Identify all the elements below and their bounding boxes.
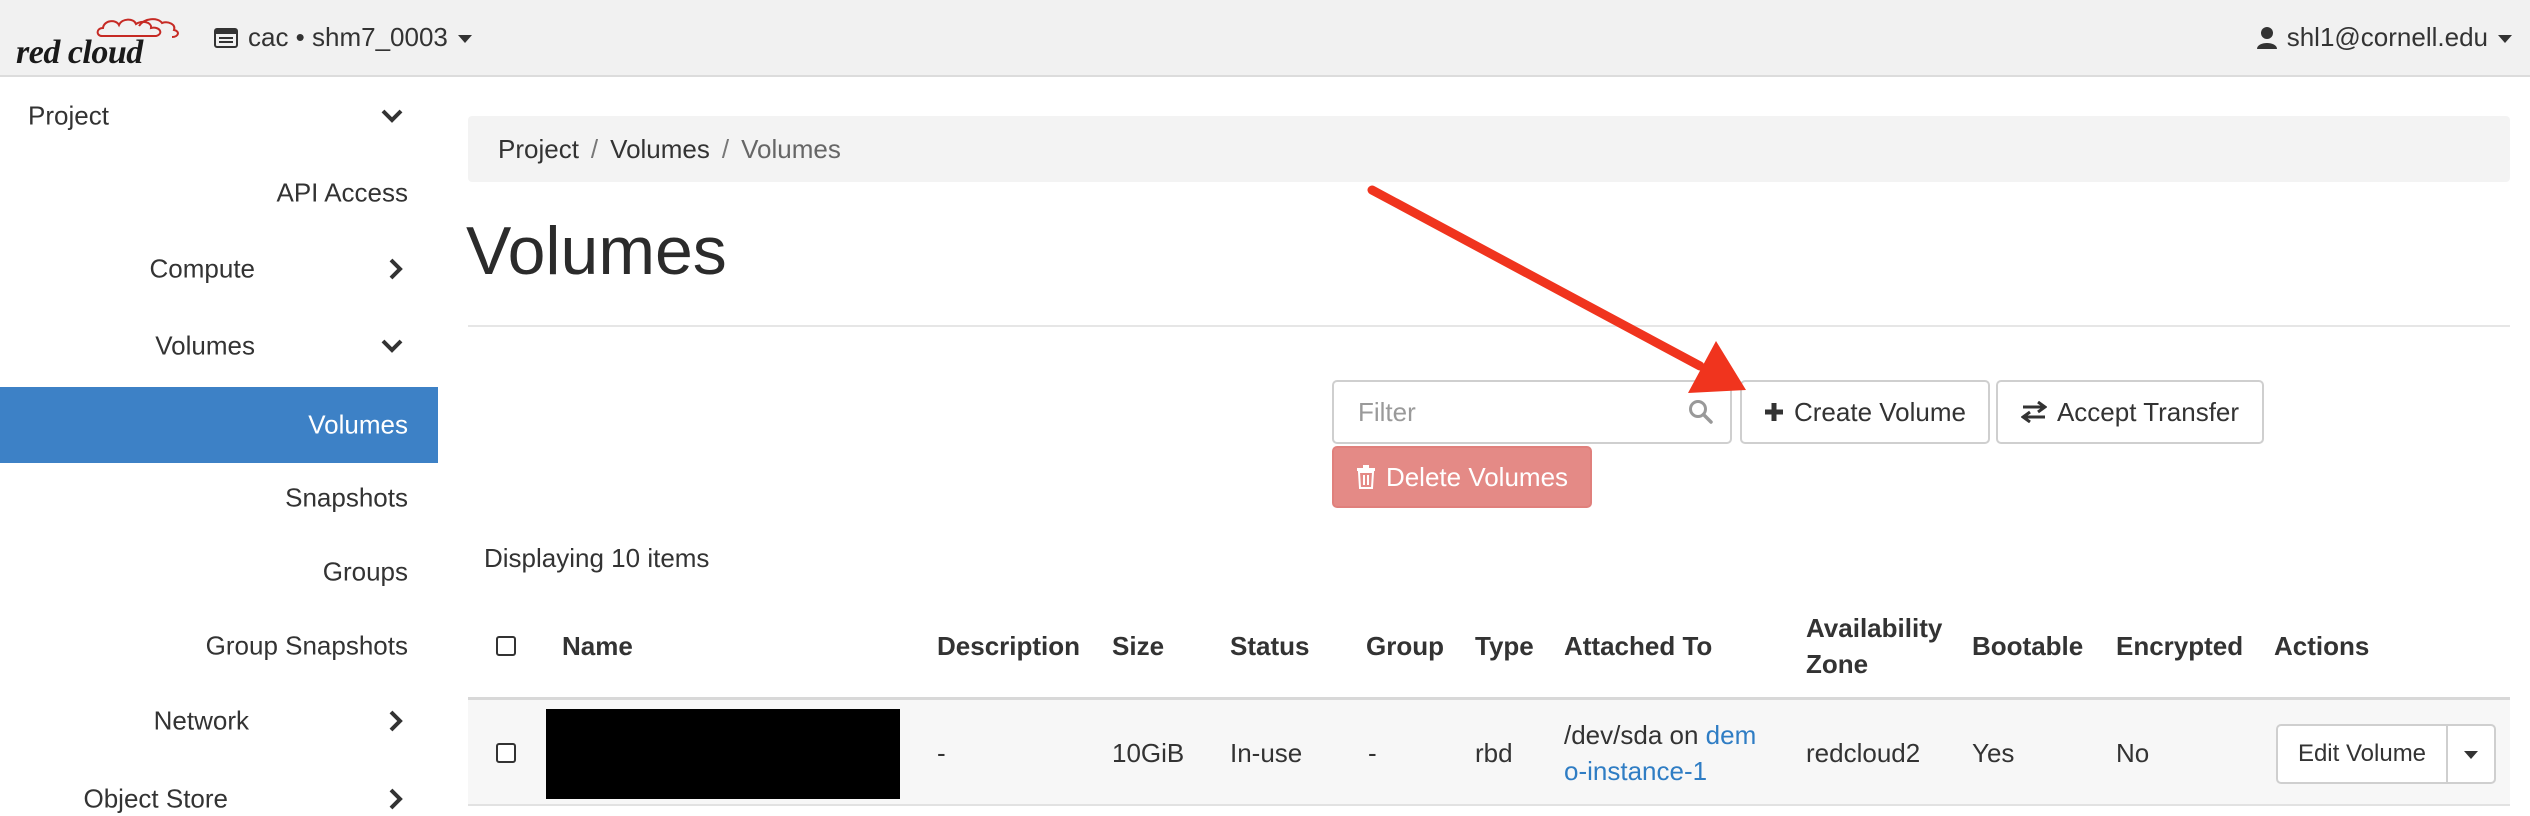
redacted-volume-name [546, 709, 900, 799]
sidebar-item-label: Snapshots [285, 482, 408, 513]
cell-bootable: Yes [1972, 738, 2015, 768]
sidebar-item-label: Group Snapshots [205, 630, 408, 661]
exchange-icon [2020, 401, 2047, 423]
cell-description: - [937, 738, 946, 768]
cell-attached-to: /dev/sda on dem o-instance-1 [1564, 717, 1794, 789]
trash-icon [1356, 465, 1375, 489]
sidebar-item-label: Volumes [155, 330, 255, 361]
breadcrumb: Project / Volumes / Volumes [468, 116, 2510, 182]
attached-instance-link[interactable]: o-instance-1 [1564, 756, 1707, 786]
accept-transfer-button[interactable]: Accept Transfer [1996, 380, 2264, 444]
cell-size: 10GiB [1112, 738, 1185, 768]
column-header-availability-zone[interactable]: Availability Zone [1806, 610, 1956, 682]
sidebar-item-volumes[interactable]: Volumes [0, 387, 438, 463]
item-count: Displaying 10 items [484, 543, 710, 573]
sidebar-item-project[interactable]: Project [0, 79, 438, 153]
filter-input[interactable] [1334, 382, 1674, 442]
user-icon [2256, 26, 2277, 49]
sidebar-item-snapshots[interactable]: Snapshots [0, 461, 438, 535]
red-cloud-logo[interactable]: red cloud [16, 14, 179, 71]
caret-down-icon [2464, 751, 2478, 759]
sidebar-item-volumes-group[interactable]: Volumes [0, 309, 438, 383]
select-all-checkbox[interactable] [496, 636, 516, 656]
chevron-right-icon [389, 710, 403, 732]
sidebar-item-groups[interactable]: Groups [0, 535, 438, 609]
chevron-down-icon [381, 109, 403, 123]
column-header-name[interactable]: Name [562, 628, 633, 664]
filter-field[interactable] [1332, 380, 1732, 444]
row-actions-dropdown[interactable] [2446, 724, 2496, 784]
delete-volumes-label: Delete Volumes [1385, 461, 1569, 492]
create-volume-label: Create Volume [1794, 396, 1966, 427]
project-switcher[interactable]: cac • shm7_0003 [214, 22, 472, 53]
column-header-status[interactable]: Status [1230, 628, 1309, 664]
create-volume-button[interactable]: Create Volume [1740, 380, 1990, 444]
breadcrumb-separator: / [721, 133, 730, 164]
column-header-type[interactable]: Type [1475, 628, 1534, 664]
column-header-actions: Actions [2274, 631, 2370, 661]
top-navbar: red cloud cac • shm7_0003 shl1@cornell.e… [0, 0, 2530, 77]
column-header-size[interactable]: Size [1112, 628, 1164, 664]
sidebar-item-network[interactable]: Network [0, 684, 438, 758]
cell-type: rbd [1475, 738, 1513, 768]
sidebar-item-label: Object Store [83, 783, 228, 814]
caret-down-icon [2498, 34, 2512, 43]
accept-transfer-label: Accept Transfer [2056, 396, 2240, 427]
cell-availability-zone: redcloud2 [1806, 738, 1921, 768]
sidebar-item-label: Volumes [308, 409, 408, 440]
attached-instance-link[interactable]: dem [1706, 720, 1757, 750]
sidebar-item-group-snapshots[interactable]: Group Snapshots [0, 609, 438, 683]
sidebar: Project API Access Compute Volumes Volum… [0, 79, 438, 816]
sidebar-item-object-store[interactable]: Object Store [0, 762, 438, 816]
cell-group: - [1368, 738, 1377, 768]
sidebar-item-label: API Access [276, 177, 409, 208]
search-icon[interactable] [1688, 399, 1714, 425]
sidebar-item-api-access[interactable]: API Access [0, 156, 438, 230]
breadcrumb-volumes[interactable]: Volumes [610, 134, 710, 165]
cell-encrypted: No [2116, 738, 2150, 768]
project-list-icon [214, 27, 238, 48]
row-checkbox[interactable] [496, 743, 516, 763]
column-header-group[interactable]: Group [1366, 628, 1444, 664]
divider [468, 325, 2510, 327]
plus-icon [1765, 403, 1783, 421]
column-header-encrypted[interactable]: Encrypted [2116, 628, 2243, 664]
breadcrumb-separator: / [590, 133, 599, 164]
chevron-right-icon [389, 788, 403, 810]
sidebar-item-label: Network [153, 705, 249, 736]
user-email: shl1@cornell.edu [2286, 22, 2488, 52]
sidebar-item-label: Project [28, 100, 109, 131]
sidebar-item-compute[interactable]: Compute [0, 232, 438, 306]
page-title: Volumes [466, 213, 727, 289]
chevron-right-icon [389, 258, 403, 280]
breadcrumb-current: Volumes [741, 133, 841, 164]
column-header-description[interactable]: Description [937, 628, 1080, 664]
chevron-down-icon [381, 339, 403, 353]
sidebar-item-label: Groups [322, 556, 408, 587]
project-switcher-label: cac • shm7_0003 [248, 22, 448, 52]
user-menu[interactable]: shl1@cornell.edu [2256, 22, 2512, 53]
attached-device: /dev/sda on [1564, 720, 1699, 750]
caret-down-icon [457, 34, 472, 43]
column-header-bootable[interactable]: Bootable [1972, 628, 2083, 664]
breadcrumb-project[interactable]: Project [498, 134, 579, 165]
logo-text: red cloud [16, 34, 143, 71]
sidebar-item-label: Compute [149, 253, 256, 284]
edit-volume-button[interactable]: Edit Volume [2276, 724, 2448, 784]
column-header-attached-to[interactable]: Attached To [1564, 628, 1712, 664]
cell-status: In-use [1230, 738, 1303, 768]
delete-volumes-button[interactable]: Delete Volumes [1332, 446, 1592, 508]
